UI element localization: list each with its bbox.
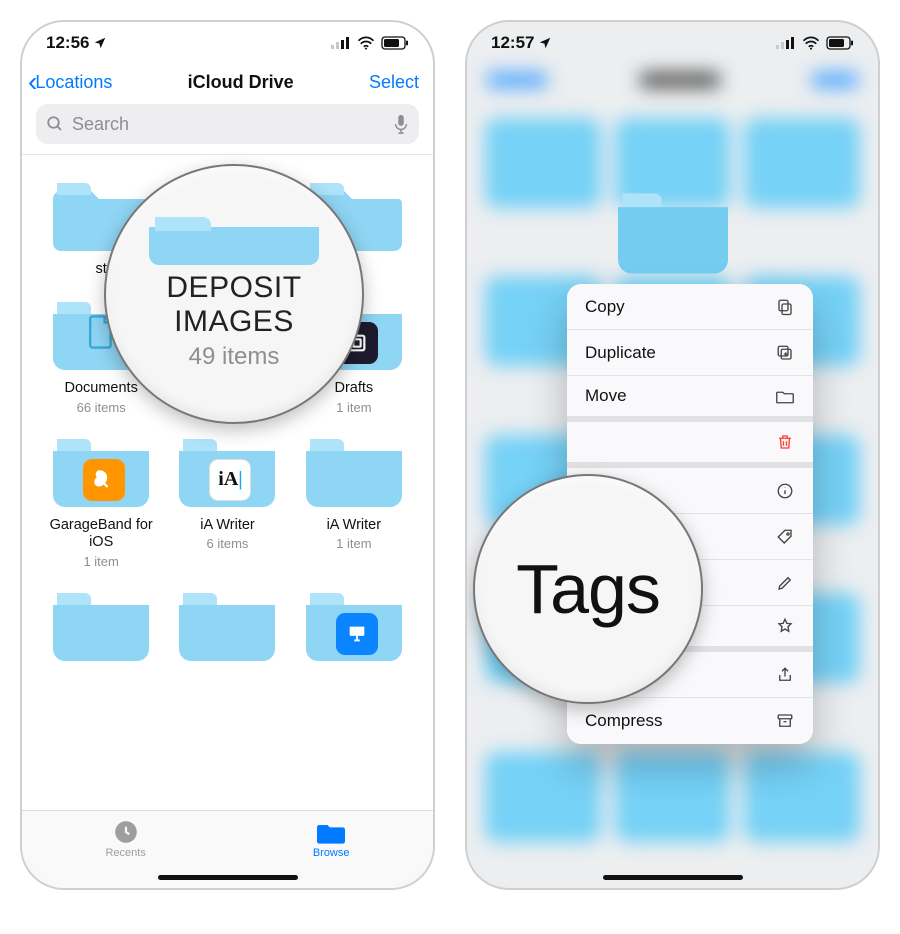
folder-item[interactable] [168,585,286,671]
trash-icon [775,433,795,451]
wifi-icon [802,36,820,50]
share-icon [775,666,795,684]
status-time: 12:57 [491,33,534,53]
tab-recents[interactable]: Recents [105,819,145,888]
keynote-app-icon [336,613,378,655]
folder-icon [149,217,319,265]
search-icon [46,115,64,133]
info-icon [775,482,795,500]
menu-duplicate[interactable]: Duplicate [567,330,813,376]
folder-garageband[interactable]: GarageBand for iOS 1 item [42,431,160,569]
garageband-app-icon [83,459,125,501]
folder-item[interactable] [42,585,160,671]
battery-icon [381,36,409,50]
phone-right: 12:57 .right .content{filter:blur(9px) s… [465,20,880,890]
nav-back-label: Locations [35,72,112,93]
wifi-icon [357,36,375,50]
nav-title: iCloud Drive [188,72,294,93]
home-indicator[interactable] [158,875,298,880]
folder-icon [775,388,795,404]
nav-select-button[interactable]: Select [369,72,419,93]
home-indicator[interactable] [603,875,743,880]
menu-delete[interactable] [567,422,813,468]
menu-compress[interactable]: Compress [567,698,813,744]
search-field[interactable]: Search [36,104,419,144]
location-arrow-icon [93,36,107,50]
magnifier-tags: Tags [473,474,703,704]
search-placeholder: Search [72,114,129,135]
menu-copy[interactable]: Copy [567,284,813,330]
phone-left: 12:56 ‹ Locations iCloud Drive Select Se… [20,20,435,890]
duplicate-icon [775,344,795,362]
folder-iawriter-1[interactable]: iA| iA Writer 6 items [168,431,286,569]
magnifier-deposit-images: DEPOSIT IMAGES 49 items [104,164,364,424]
status-bar: 12:57 [467,22,878,54]
battery-icon [826,36,854,50]
copy-icon [775,298,795,316]
nav-back-button[interactable]: ‹ Locations [28,68,112,96]
iawriter-app-icon: iA| [209,459,251,501]
status-time: 12:56 [46,33,89,53]
tag-icon [775,528,795,546]
cellular-icon [331,37,351,49]
menu-move[interactable]: Move [567,376,813,422]
status-bar: 12:56 [22,22,433,54]
archive-icon [775,712,795,730]
mic-icon[interactable] [393,114,409,134]
cellular-icon [776,37,796,49]
folder-icon [317,819,345,845]
tab-browse[interactable]: Browse [313,819,350,888]
clock-icon [113,819,139,845]
folder-keynote[interactable] [295,585,413,671]
nav-bar: ‹ Locations iCloud Drive Select [22,54,433,104]
folder-iawriter-2[interactable]: iA Writer 1 item [295,431,413,569]
location-arrow-icon [538,36,552,50]
focused-folder[interactable] [618,186,728,279]
star-icon [775,617,795,635]
pencil-icon [775,574,795,592]
